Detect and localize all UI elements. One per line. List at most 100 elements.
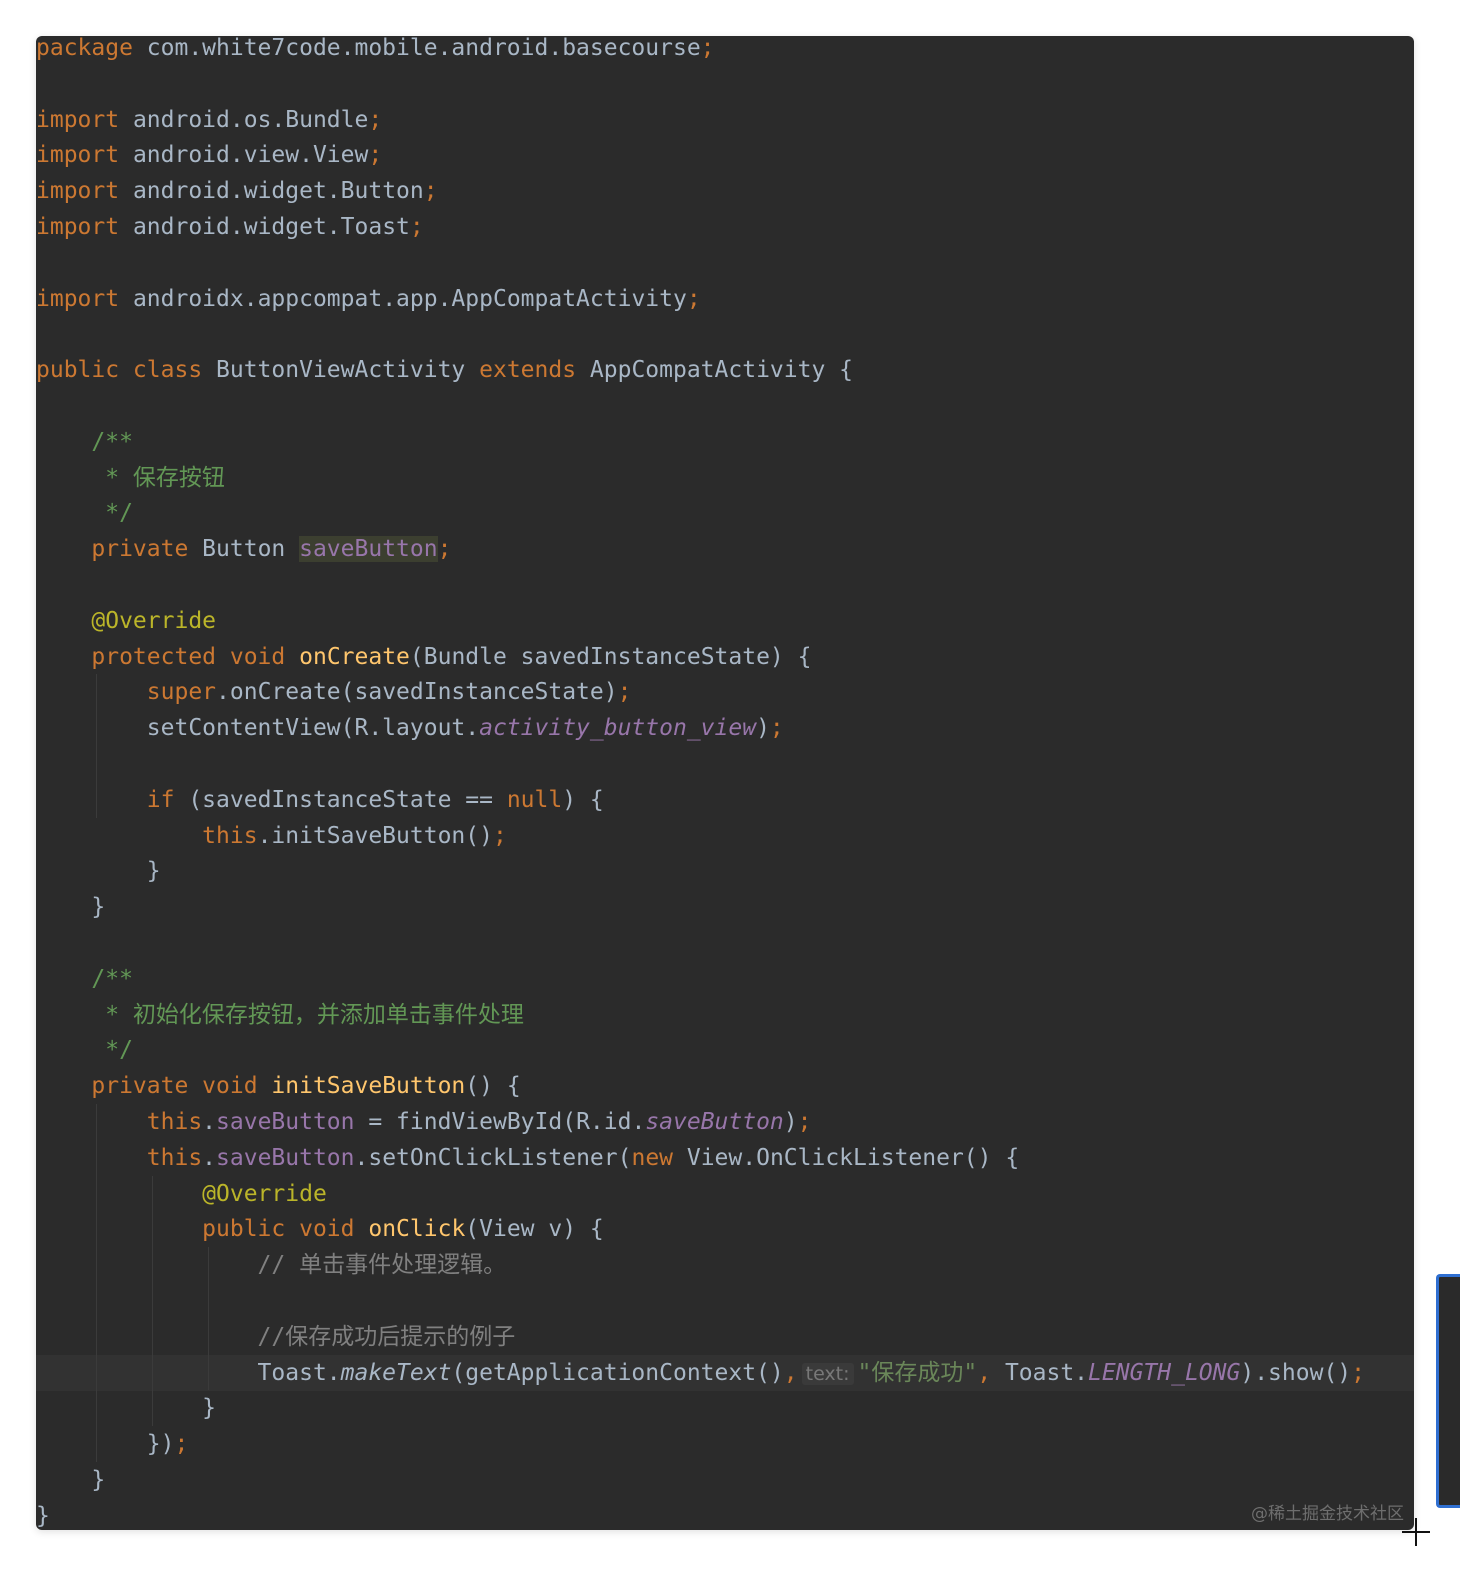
code-token: . bbox=[202, 1109, 217, 1135]
code-token: } bbox=[36, 1502, 50, 1529]
indent-guide bbox=[96, 674, 97, 818]
indent-guide bbox=[152, 1175, 153, 1427]
code-line[interactable]: } bbox=[36, 1390, 1414, 1426]
code-token: ; bbox=[700, 36, 715, 61]
code-line[interactable]: } bbox=[36, 889, 1414, 925]
code-line[interactable]: import androidx.appcompat.app.AppCompatA… bbox=[36, 281, 1414, 317]
code-line[interactable]: } bbox=[36, 1462, 1414, 1498]
code-token: import bbox=[36, 142, 120, 169]
code-line[interactable]: public class ButtonViewActivity extends … bbox=[36, 352, 1414, 388]
code-token: import bbox=[36, 106, 120, 133]
code-line[interactable]: package com.white7code.mobile.android.ba… bbox=[36, 36, 1414, 66]
code-token: activity_button_view bbox=[479, 715, 757, 742]
code-line[interactable] bbox=[36, 567, 1414, 603]
code-token: }) bbox=[36, 1431, 175, 1458]
code-line[interactable] bbox=[36, 925, 1414, 961]
code-line[interactable]: * 保存按钮 bbox=[36, 460, 1414, 496]
code-editor[interactable]: package com.white7code.mobile.android.ba… bbox=[36, 36, 1414, 1530]
code-line[interactable]: this.saveButton = findViewById(R.id.save… bbox=[36, 1104, 1414, 1140]
code-line[interactable]: @Override bbox=[36, 603, 1414, 639]
code-line[interactable]: //保存成功后提示的例子 bbox=[36, 1319, 1414, 1355]
code-line[interactable]: this.initSaveButton(); bbox=[36, 818, 1414, 854]
code-token: android.os.Bundle bbox=[119, 106, 369, 133]
code-token: (Bundle savedInstanceState) { bbox=[409, 643, 812, 670]
code-token: (getApplicationContext() bbox=[451, 1359, 784, 1386]
code-line[interactable]: this.saveButton.setOnClickListener(new V… bbox=[36, 1140, 1414, 1176]
code-line[interactable]: /** bbox=[36, 424, 1414, 460]
code-token: androidx.appcompat.app.AppCompatActivity bbox=[119, 285, 687, 312]
code-token: @Override bbox=[36, 607, 217, 634]
code-token: ).show() bbox=[1240, 1359, 1352, 1386]
code-line-current[interactable]: Toast.makeText(getApplicationContext(), t… bbox=[36, 1354, 1414, 1391]
code-token: ; bbox=[437, 536, 452, 563]
code-line[interactable]: */ bbox=[36, 1032, 1414, 1068]
parameter-hint: text: bbox=[801, 1362, 854, 1385]
code-token: import bbox=[36, 285, 120, 312]
code-line[interactable]: setContentView(R.layout.activity_button_… bbox=[36, 710, 1414, 746]
code-line[interactable]: import android.view.View; bbox=[36, 137, 1414, 173]
code-token: , bbox=[783, 1359, 798, 1386]
code-token: ; bbox=[1351, 1359, 1365, 1386]
code-token: ) bbox=[756, 715, 770, 742]
code-line[interactable]: private void initSaveButton() { bbox=[36, 1068, 1414, 1104]
code-token: .setOnClickListener( bbox=[354, 1144, 632, 1171]
code-token: } bbox=[36, 858, 161, 885]
code-token: Toast. bbox=[991, 1359, 1089, 1386]
code-line[interactable]: import android.os.Bundle; bbox=[36, 102, 1414, 138]
code-token: .onCreate(savedInstanceState) bbox=[216, 679, 618, 706]
code-token: /** bbox=[36, 428, 133, 455]
code-token: extends bbox=[479, 357, 577, 384]
code-token: ) bbox=[783, 1109, 798, 1135]
code-line[interactable]: }); bbox=[36, 1426, 1414, 1462]
code-line[interactable] bbox=[36, 1283, 1414, 1319]
scrollbar-marker[interactable] bbox=[1436, 1274, 1460, 1508]
code-token: super bbox=[146, 679, 217, 706]
code-line[interactable]: private Button saveButton; bbox=[36, 531, 1414, 567]
code-token: import bbox=[36, 178, 120, 205]
code-line[interactable]: import android.widget.Toast; bbox=[36, 209, 1414, 245]
code-token: ) { bbox=[562, 786, 604, 813]
code-line[interactable]: import android.widget.Button; bbox=[36, 173, 1414, 209]
code-line[interactable]: protected void onCreate(Bundle savedInst… bbox=[36, 639, 1414, 675]
code-line[interactable]: @Override bbox=[36, 1176, 1414, 1212]
code-line[interactable] bbox=[36, 245, 1414, 281]
indent-guide bbox=[208, 1247, 209, 1391]
code-token: ; bbox=[409, 214, 424, 240]
code-area[interactable]: package com.white7code.mobile.android.ba… bbox=[36, 36, 1414, 1530]
code-line[interactable]: super.onCreate(savedInstanceState); bbox=[36, 674, 1414, 710]
code-token: saveButton bbox=[216, 1144, 355, 1171]
code-line[interactable] bbox=[36, 66, 1414, 102]
code-token: onClick bbox=[368, 1216, 466, 1243]
code-token: } bbox=[36, 1467, 106, 1493]
code-token: . bbox=[202, 1144, 217, 1171]
code-line[interactable]: } bbox=[36, 853, 1414, 889]
code-line[interactable]: if (savedInstanceState == null) { bbox=[36, 782, 1414, 818]
code-line[interactable]: */ bbox=[36, 495, 1414, 531]
code-token: (View v) { bbox=[465, 1216, 604, 1243]
code-line[interactable]: /** bbox=[36, 961, 1414, 997]
code-token: //保存成功后提示的例子 bbox=[36, 1323, 516, 1350]
code-line[interactable]: } bbox=[36, 1498, 1414, 1530]
code-line[interactable]: // 单击事件处理逻辑。 bbox=[36, 1247, 1414, 1283]
code-line[interactable] bbox=[36, 388, 1414, 424]
code-token: ; bbox=[769, 715, 784, 742]
code-line[interactable] bbox=[36, 316, 1414, 352]
code-token: ; bbox=[797, 1109, 812, 1135]
code-token: ; bbox=[423, 178, 438, 205]
code-line[interactable]: * 初始化保存按钮，并添加单击事件处理 bbox=[36, 997, 1414, 1033]
code-token: public void bbox=[202, 1216, 355, 1243]
code-token: .initSaveButton() bbox=[257, 822, 493, 849]
code-token: // 单击事件处理逻辑。 bbox=[36, 1252, 507, 1279]
code-token: AppCompatActivity { bbox=[576, 357, 854, 384]
indent-guide bbox=[96, 1104, 97, 1462]
code-line[interactable]: public void onClick(View v) { bbox=[36, 1211, 1414, 1247]
code-line[interactable] bbox=[36, 746, 1414, 782]
code-token: public class bbox=[36, 357, 203, 384]
code-token: android.view.View bbox=[119, 142, 369, 169]
code-token: = findViewById(R.id. bbox=[354, 1109, 646, 1135]
